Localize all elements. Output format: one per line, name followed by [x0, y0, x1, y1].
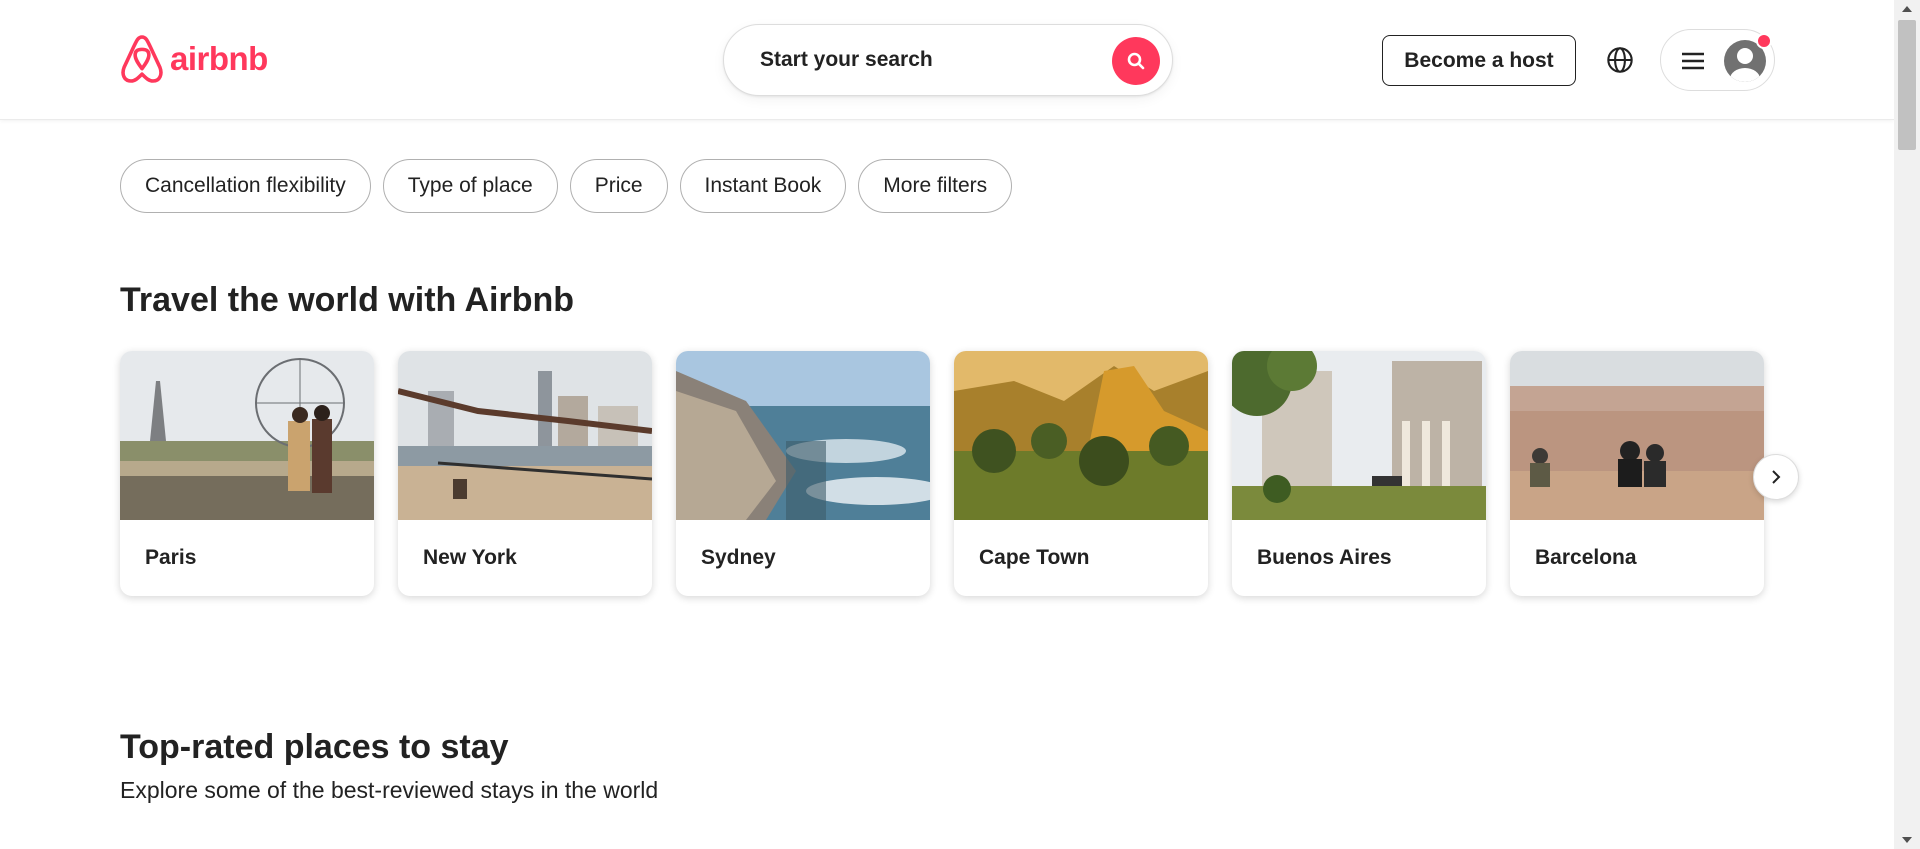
city-name: Paris — [145, 546, 197, 569]
city-image-cape-town — [954, 351, 1208, 520]
filter-type-of-place[interactable]: Type of place — [382, 159, 558, 213]
city-name: Sydney — [701, 546, 776, 569]
city-image-paris — [120, 351, 374, 520]
filter-bar: Cancellation flexibility Type of place P… — [120, 159, 1013, 213]
city-name: Buenos Aires — [1257, 546, 1392, 569]
globe-icon[interactable] — [1606, 46, 1634, 74]
filter-more-filters[interactable]: More filters — [858, 159, 1013, 213]
city-card-cape-town[interactable]: Cape Town — [954, 351, 1208, 596]
filter-cancellation-flexibility[interactable]: Cancellation flexibility — [120, 159, 371, 213]
city-image-sydney — [676, 351, 930, 520]
city-card-barcelona[interactable]: Barcelona — [1510, 351, 1764, 596]
city-card-sydney[interactable]: Sydney — [676, 351, 930, 596]
top-rated-subtitle: Explore some of the best-reviewed stays … — [120, 777, 659, 803]
carousel-next-button[interactable] — [1753, 454, 1799, 500]
travel-section-title: Travel the world with Airbnb — [120, 281, 575, 319]
city-image-barcelona — [1510, 351, 1764, 520]
airbnb-logo[interactable]: airbnb — [120, 34, 268, 84]
brand-name: airbnb — [170, 40, 268, 77]
city-image-buenos-aires — [1232, 351, 1486, 520]
airbnb-logo-icon — [121, 35, 163, 83]
scroll-up-arrow[interactable] — [1902, 6, 1912, 12]
filter-instant-book[interactable]: Instant Book — [679, 159, 847, 213]
notification-dot — [1756, 33, 1772, 49]
hamburger-icon — [1682, 52, 1704, 70]
city-cards: Paris New York Sydney Cape Town Buenos A… — [120, 351, 1764, 596]
search-placeholder: Start your search — [760, 48, 933, 71]
city-card-paris[interactable]: Paris — [120, 351, 374, 596]
city-name: Cape Town — [979, 546, 1090, 569]
city-card-new-york[interactable]: New York — [398, 351, 652, 596]
city-name: Barcelona — [1535, 546, 1637, 569]
filter-price[interactable]: Price — [569, 159, 668, 213]
scroll-down-arrow[interactable] — [1902, 837, 1912, 843]
top-rated-title: Top-rated places to stay — [120, 728, 509, 766]
become-host-button[interactable]: Become a host — [1382, 35, 1576, 86]
page-scrollbar[interactable] — [1894, 0, 1920, 849]
city-name: New York — [423, 546, 517, 569]
search-button[interactable] — [1112, 37, 1160, 85]
chevron-right-icon — [1772, 470, 1781, 484]
search-bar[interactable]: Start your search — [723, 24, 1173, 96]
user-menu-button[interactable] — [1660, 29, 1775, 91]
top-header: airbnb Start your search Become a host — [0, 0, 1894, 120]
search-icon — [1127, 52, 1145, 70]
city-image-new-york — [398, 351, 652, 520]
city-card-buenos-aires[interactable]: Buenos Aires — [1232, 351, 1486, 596]
scroll-thumb[interactable] — [1898, 20, 1916, 150]
